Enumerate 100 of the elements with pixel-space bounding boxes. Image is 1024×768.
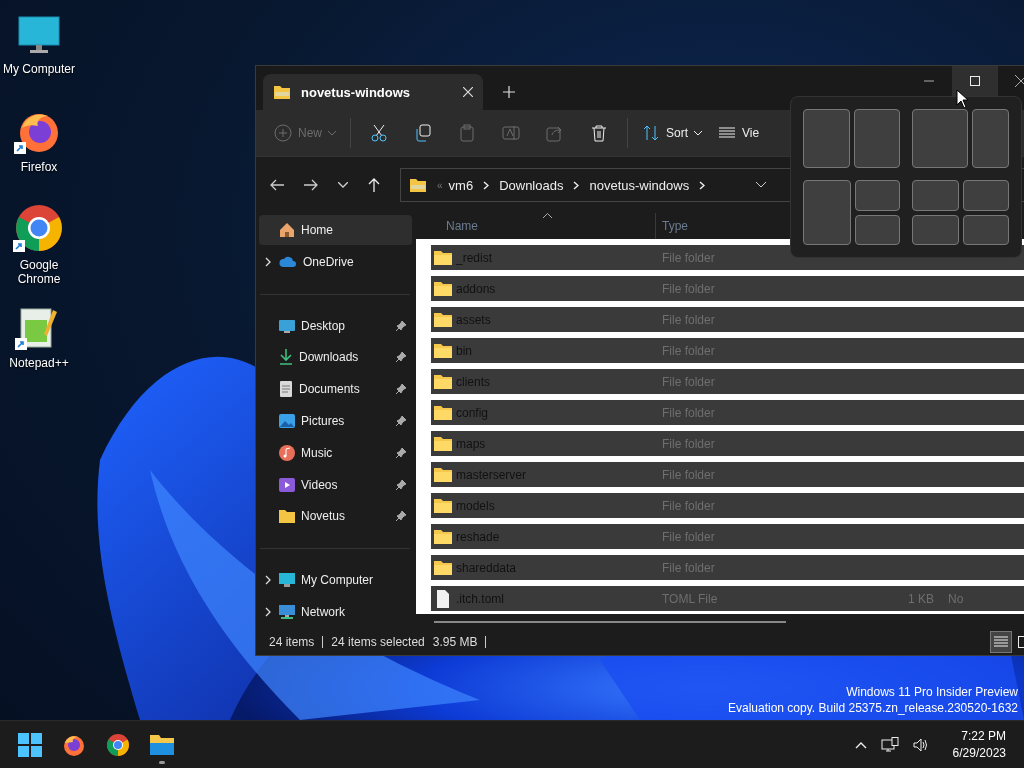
picture-icon (279, 413, 295, 428)
desktop-icon (279, 318, 295, 333)
snap-zone[interactable] (962, 214, 1009, 245)
plus-circle-icon (274, 124, 292, 142)
details-view-button[interactable] (990, 631, 1012, 653)
folder-icon (434, 405, 452, 421)
sidebar-item[interactable]: Videos (259, 469, 412, 500)
speaker-icon[interactable] (912, 737, 929, 752)
sidebar-item[interactable]: Music (259, 437, 412, 468)
cloud-icon (279, 255, 297, 268)
folder-icon (434, 467, 452, 483)
pin-icon (396, 511, 406, 522)
sort-caret-icon (543, 213, 552, 218)
breadcrumb-overflow[interactable]: « (437, 179, 443, 191)
desktop-icon-label[interactable]: My Computer (1, 62, 77, 76)
pin-icon (396, 447, 406, 458)
folder-icon (434, 529, 452, 545)
clock[interactable]: 7:22 PM 6/29/2023 (952, 727, 1006, 762)
sidebar-item[interactable]: Home (259, 215, 412, 245)
folder-icon (409, 177, 427, 193)
music-note-icon (279, 444, 295, 461)
sidebar-item[interactable]: Novetus (259, 501, 412, 532)
dropdown-chevron-icon[interactable] (756, 182, 766, 188)
new-tab-icon[interactable] (503, 86, 515, 98)
house-icon (279, 221, 295, 238)
folder-icon (434, 374, 452, 390)
document-icon (279, 381, 293, 398)
snap-zone[interactable] (912, 109, 969, 168)
share-icon (546, 124, 564, 142)
maximize-button[interactable] (952, 66, 998, 96)
folder-icon (434, 560, 452, 576)
chrome-icon[interactable] (15, 204, 63, 252)
view-button[interactable]: Vie (712, 116, 766, 150)
folder-icon (434, 436, 452, 452)
folder-icon (434, 498, 452, 514)
sidebar-item[interactable]: Pictures (259, 406, 412, 436)
monitor-icon[interactable] (18, 16, 60, 56)
folder-icon (434, 281, 452, 297)
folder-icon (273, 84, 291, 100)
close-icon (1015, 75, 1024, 87)
desktop-icon-label[interactable]: Firefox (1, 160, 77, 174)
caret-down-icon (694, 130, 703, 136)
chevron-up-icon[interactable] (854, 740, 867, 749)
chevron-icon[interactable] (264, 575, 272, 586)
trash-icon (590, 124, 608, 142)
folder-icon (279, 509, 295, 524)
monitor-icon (279, 573, 295, 588)
pin-icon (396, 415, 406, 426)
up-arrow-icon[interactable] (368, 178, 380, 192)
desktop-icon-label[interactable]: Notepad++ (1, 356, 77, 370)
rename-icon (502, 124, 520, 142)
video-play-icon (279, 477, 295, 492)
clipboard-icon (458, 124, 476, 142)
snap-zone[interactable] (912, 214, 959, 245)
maximize-icon (970, 76, 980, 86)
snap-zone[interactable] (853, 109, 900, 168)
build-info-text: Evaluation copy. Build 25375.zn_release.230520-1632 (728, 700, 1018, 716)
scrollbar-thumb[interactable] (434, 620, 786, 623)
network-icon[interactable] (880, 736, 899, 753)
back-arrow-icon[interactable] (270, 179, 284, 191)
chevron-icon[interactable] (264, 256, 272, 267)
snap-zone[interactable] (854, 180, 900, 211)
sort-button[interactable]: Sort (636, 116, 709, 150)
snap-zone[interactable] (962, 180, 1009, 211)
caret-down-icon (328, 130, 336, 136)
chevron-right-icon[interactable] (573, 180, 580, 190)
sidebar-item[interactable]: OneDrive (259, 246, 412, 277)
selected-size: 3.95 MB (432, 635, 478, 649)
sidebar-item[interactable]: Downloads (259, 342, 412, 373)
folder-icon (434, 250, 452, 266)
sidebar-item[interactable]: Documents (259, 374, 412, 405)
mouse-pointer-icon (956, 89, 969, 109)
recent-chevron-icon[interactable] (338, 182, 348, 188)
snap-zone[interactable] (854, 214, 900, 245)
column-header[interactable]: Type (656, 213, 688, 240)
document-icon (434, 589, 452, 608)
scissors-icon (370, 124, 388, 142)
download-arrow-icon (279, 349, 293, 366)
sidebar-item[interactable]: My Computer (259, 565, 412, 596)
build-info-text: Windows 11 Pro Insider Preview (846, 684, 1018, 700)
folder-tab[interactable]: novetus-windows (263, 74, 483, 110)
breadcrumb-item[interactable]: novetus-windows (589, 177, 690, 193)
pin-icon (396, 384, 406, 395)
chevron-right-icon[interactable] (699, 180, 706, 190)
shortcut-arrow-icon (13, 240, 25, 252)
breadcrumb-item[interactable]: Downloads (499, 177, 564, 193)
chevron-right-icon[interactable] (483, 180, 490, 190)
chrome-icon (106, 732, 130, 757)
sidebar-item[interactable]: Network (259, 597, 412, 627)
pin-icon (396, 320, 406, 331)
breadcrumb-item[interactable]: vm6 (448, 177, 474, 193)
running-indicator (159, 760, 165, 764)
desktop-icon-label[interactable]: Google Chrome (1, 258, 77, 286)
pin-icon (396, 352, 406, 363)
chevron-icon[interactable] (264, 607, 272, 618)
list-lines-icon (994, 636, 1008, 648)
sidebar-item[interactable]: Desktop (259, 310, 412, 341)
close-icon[interactable] (463, 87, 473, 97)
folder-icon (149, 733, 175, 756)
forward-arrow-icon[interactable] (304, 179, 318, 191)
